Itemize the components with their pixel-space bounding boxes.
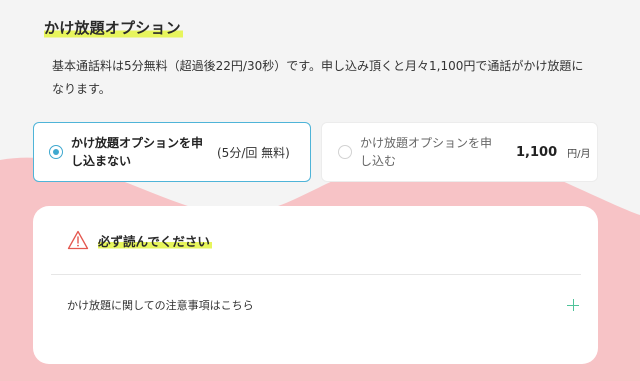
option-meta: (5分/回 無料) bbox=[217, 145, 290, 160]
option-unlimited[interactable]: かけ放題オプションを申し込む 1,100 円/月 bbox=[321, 122, 598, 182]
accordion-label: かけ放題に関しての注意事項はこちら bbox=[67, 299, 254, 312]
divider bbox=[51, 274, 581, 275]
radio-unselected-icon[interactable] bbox=[338, 145, 352, 159]
plus-icon[interactable] bbox=[567, 299, 579, 311]
notice-accordion[interactable]: かけ放題に関しての注意事項はこちら bbox=[51, 288, 581, 322]
option-unit: 円/月 bbox=[567, 148, 591, 160]
section-title: かけ放題オプション bbox=[44, 17, 183, 40]
option-price: 1,100 bbox=[516, 144, 558, 160]
radio-selected-icon[interactable] bbox=[49, 145, 63, 159]
option-no-unlimited[interactable]: かけ放題オプションを申し込まない (5分/回 無料) bbox=[33, 122, 311, 182]
notice-card: 必ず読んでください かけ放題に関しての注意事項はこちら bbox=[33, 206, 598, 364]
warning-triangle-icon bbox=[67, 230, 89, 250]
notice-title: 必ず読んでください bbox=[98, 230, 212, 250]
section-description: 基本通話料は5分無料（超過後22円/30秒）です。申し込み頂くと月々1,100円… bbox=[52, 59, 584, 96]
option-label: かけ放題オプションを申し込む bbox=[360, 136, 493, 168]
option-label: かけ放題オプションを申し込まない bbox=[71, 136, 204, 168]
notice-header: 必ず読んでください bbox=[67, 230, 212, 250]
